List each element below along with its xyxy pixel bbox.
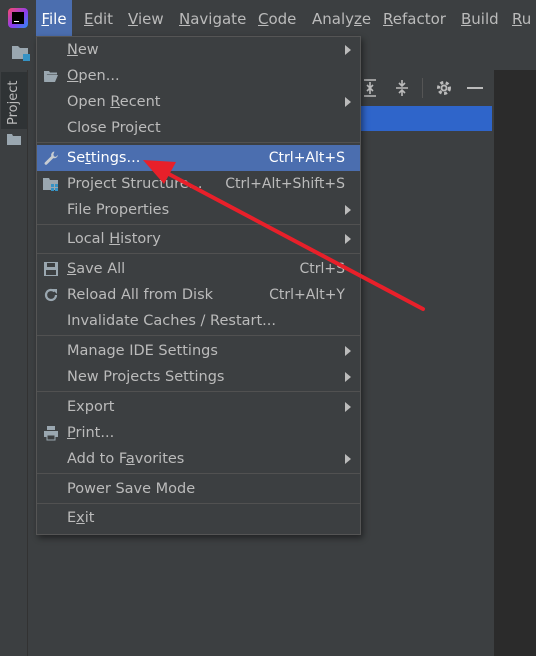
expand-all-icon[interactable] bbox=[362, 79, 378, 97]
menu-item-close-project[interactable]: Close Project bbox=[37, 115, 360, 141]
menu-item-add-to-favorites[interactable]: Add to Favorites bbox=[37, 446, 360, 472]
shortcut-label: Ctrl+Alt+Y bbox=[269, 287, 345, 303]
submenu-arrow-icon bbox=[345, 97, 351, 107]
menu-item-exit[interactable]: Exit bbox=[37, 505, 360, 531]
toolbar-divider bbox=[422, 78, 423, 98]
menu-separator bbox=[37, 335, 360, 336]
menu-item-project-structure[interactable]: Project Structure... Ctrl+Alt+Shift+S bbox=[37, 171, 360, 197]
menu-view[interactable]: View bbox=[128, 0, 164, 36]
menu-item-invalidate-caches[interactable]: Invalidate Caches / Restart... bbox=[37, 308, 360, 334]
menu-item-open[interactable]: Open... bbox=[37, 63, 360, 89]
wrench-icon bbox=[44, 151, 58, 165]
selected-tree-row[interactable] bbox=[358, 106, 492, 131]
reload-icon bbox=[44, 288, 58, 302]
menu-refactor[interactable]: Refactor bbox=[383, 0, 446, 36]
submenu-arrow-icon bbox=[345, 372, 351, 382]
menu-item-reload-all[interactable]: Reload All from Disk Ctrl+Alt+Y bbox=[37, 282, 360, 308]
menu-separator bbox=[37, 224, 360, 225]
submenu-arrow-icon bbox=[345, 454, 351, 464]
menu-item-file-properties[interactable]: File Properties bbox=[37, 197, 360, 223]
submenu-arrow-icon bbox=[345, 402, 351, 412]
menu-file[interactable]: File bbox=[36, 0, 72, 36]
menu-separator bbox=[37, 473, 360, 474]
submenu-arrow-icon bbox=[345, 346, 351, 356]
menu-navigate[interactable]: Navigate bbox=[179, 0, 246, 36]
folder-open-icon bbox=[44, 71, 58, 82]
project-tab-label: Project bbox=[6, 80, 21, 125]
submenu-arrow-icon bbox=[345, 234, 351, 244]
menu-item-export[interactable]: Export bbox=[37, 394, 360, 420]
menu-build[interactable]: Build bbox=[461, 0, 499, 36]
menu-edit[interactable]: Edit bbox=[84, 0, 113, 36]
file-menu-dropdown: New Open... Open Recent Close Project Se… bbox=[36, 36, 361, 535]
project-structure-icon bbox=[43, 178, 58, 191]
menu-separator bbox=[37, 391, 360, 392]
shortcut-label: Ctrl+Alt+Shift+S bbox=[225, 176, 345, 192]
menu-item-new[interactable]: New bbox=[37, 37, 360, 63]
gear-icon[interactable] bbox=[435, 79, 453, 97]
menu-separator bbox=[37, 142, 360, 143]
menu-item-open-recent[interactable]: Open Recent bbox=[37, 89, 360, 115]
menu-item-power-save-mode[interactable]: Power Save Mode bbox=[37, 476, 360, 502]
folder-icon[interactable] bbox=[7, 133, 21, 145]
menu-item-local-history[interactable]: Local History bbox=[37, 226, 360, 252]
menu-item-save-all[interactable]: Save All Ctrl+S bbox=[37, 256, 360, 282]
menu-separator bbox=[37, 503, 360, 504]
menu-item-settings[interactable]: Settings... Ctrl+Alt+S bbox=[37, 145, 360, 171]
collapse-all-icon[interactable] bbox=[394, 79, 410, 97]
project-folder-icon[interactable] bbox=[11, 44, 31, 62]
menu-item-manage-ide-settings[interactable]: Manage IDE Settings bbox=[37, 338, 360, 364]
menu-run[interactable]: Ru bbox=[512, 0, 531, 36]
submenu-arrow-icon bbox=[345, 205, 351, 215]
shortcut-label: Ctrl+Alt+S bbox=[268, 150, 345, 166]
shortcut-label: Ctrl+S bbox=[299, 261, 345, 277]
menu-code[interactable]: Code bbox=[258, 0, 296, 36]
save-icon bbox=[44, 262, 58, 276]
submenu-arrow-icon bbox=[345, 45, 351, 55]
hide-panel-icon[interactable] bbox=[467, 86, 483, 90]
editor-area bbox=[494, 70, 536, 656]
menu-bar: File Edit View Navigate Code Analyze Ref… bbox=[0, 0, 536, 36]
print-icon bbox=[44, 426, 58, 441]
menu-separator bbox=[37, 253, 360, 254]
tool-window-strip bbox=[0, 70, 28, 656]
menu-item-new-projects-settings[interactable]: New Projects Settings bbox=[37, 364, 360, 390]
menu-analyze[interactable]: Analyze bbox=[312, 0, 371, 36]
intellij-logo-icon bbox=[8, 8, 28, 28]
menu-item-print[interactable]: Print... bbox=[37, 420, 360, 446]
